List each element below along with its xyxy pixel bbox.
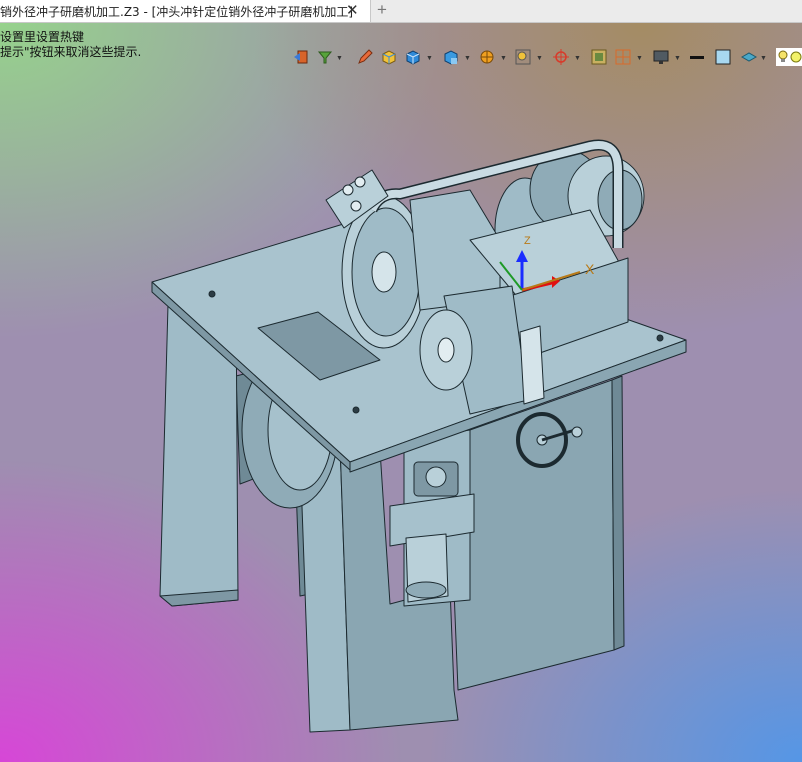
monitor-icon[interactable] xyxy=(652,48,670,66)
hint-line-2: 提示"按钮来取消这些提示. xyxy=(0,45,142,59)
3d-viewport[interactable]: X Z 设置里设置热键 提示"按钮来取消这些提示. ▼ ▼ ▼ ▼ ▼ ▼ ▼ … xyxy=(0,23,802,762)
shaded-box-icon[interactable] xyxy=(380,48,398,66)
cube-dropdown-icon[interactable]: ▼ xyxy=(426,55,433,62)
layer-dropdown-icon[interactable]: ▼ xyxy=(760,55,767,62)
layer-icon[interactable] xyxy=(740,48,758,66)
section-dropdown-icon[interactable]: ▼ xyxy=(500,55,507,62)
filter-dropdown-icon[interactable]: ▼ xyxy=(336,55,343,62)
color-square-icon[interactable] xyxy=(714,48,732,66)
grid-dropdown-icon[interactable]: ▼ xyxy=(636,55,643,62)
grid-icon[interactable] xyxy=(614,48,632,66)
line-icon[interactable] xyxy=(688,48,706,66)
pencil-icon[interactable] xyxy=(356,48,374,66)
back-view-icon[interactable] xyxy=(292,48,310,66)
filter-icon[interactable] xyxy=(316,48,334,66)
lightbulb-icon[interactable] xyxy=(776,48,802,66)
x-axis-label: X xyxy=(585,261,595,277)
tab-title: 销外径冲子研磨机加工.Z3 - [冲头冲针定位销外径冲子研磨机加工] xyxy=(0,5,353,19)
cube-icon[interactable] xyxy=(404,48,422,66)
document-tab[interactable]: 销外径冲子研磨机加工.Z3 - [冲头冲针定位销外径冲子研磨机加工] ✕ xyxy=(0,0,371,22)
zoom-dropdown-icon[interactable]: ▼ xyxy=(536,55,543,62)
box-view-icon[interactable] xyxy=(442,48,460,66)
new-tab-icon[interactable]: + xyxy=(377,0,387,20)
zoom-fit-icon[interactable] xyxy=(514,48,532,66)
z-axis-label: Z xyxy=(524,235,531,247)
crosshair-dropdown-icon[interactable]: ▼ xyxy=(574,55,581,62)
close-tab-icon[interactable]: ✕ xyxy=(346,1,359,19)
frame-icon[interactable] xyxy=(590,48,608,66)
tab-bar: 销外径冲子研磨机加工.Z3 - [冲头冲针定位销外径冲子研磨机加工] ✕ + xyxy=(0,0,802,23)
grinding-machine-model: X Z xyxy=(151,139,687,733)
monitor-dropdown-icon[interactable]: ▼ xyxy=(674,55,681,62)
crosshair-icon[interactable] xyxy=(552,48,570,66)
box-view-dropdown-icon[interactable]: ▼ xyxy=(464,55,471,62)
section-icon[interactable] xyxy=(478,48,496,66)
